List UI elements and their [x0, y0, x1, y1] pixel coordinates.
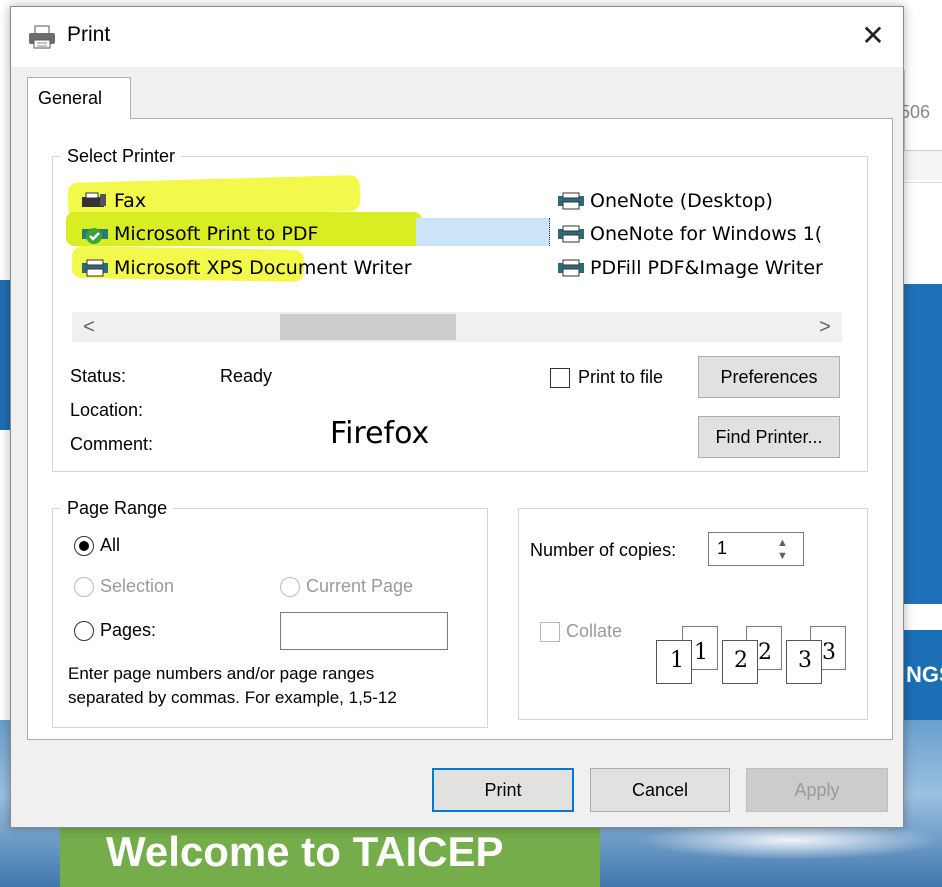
page-number: 1: [694, 640, 708, 665]
number-of-copies-label: Number of copies:: [530, 540, 677, 560]
title-bar: Print ✕: [11, 7, 903, 67]
all-radio[interactable]: [74, 536, 94, 556]
print-button[interactable]: Print: [432, 768, 574, 812]
printer-item-microsoft-print-to-pdf[interactable]: Microsoft Print to PDF: [80, 223, 318, 245]
printer-item-onenote-windows[interactable]: OneNote for Windows 1(: [556, 223, 842, 245]
pages-radio[interactable]: [74, 621, 94, 641]
background-bar: [904, 182, 942, 282]
printer-icon: [27, 25, 57, 49]
printer-label: Microsoft XPS Document Writer: [114, 257, 412, 279]
current-page-radio[interactable]: [280, 577, 300, 597]
dialog-title: Print: [67, 23, 111, 46]
apply-button[interactable]: Apply: [746, 768, 888, 812]
printer-icon: [80, 258, 110, 278]
close-icon: ✕: [861, 20, 885, 51]
background-band-text: NGS: [906, 662, 942, 687]
printer-label: OneNote (Desktop): [590, 190, 773, 212]
background-bar: [904, 150, 942, 180]
print-to-file-checkbox[interactable]: [550, 368, 570, 388]
printer-label: Microsoft Print to PDF: [114, 223, 319, 245]
printer-label: OneNote for Windows 1(: [590, 223, 823, 245]
printer-icon: [556, 191, 586, 211]
annotation-text: Firefox: [330, 416, 430, 451]
page-range-help-line2: separated by commas. For example, 1,5-12: [68, 688, 397, 707]
print-to-file-label: Print to file: [578, 367, 664, 387]
page-number: 3: [798, 648, 812, 673]
pages-label: Pages:: [100, 620, 157, 640]
spin-up-icon[interactable]: ▲: [777, 537, 788, 549]
spin-down-icon[interactable]: ▼: [777, 550, 788, 562]
pages-input[interactable]: [280, 612, 448, 650]
fax-icon: [80, 191, 110, 211]
page-number: 3: [822, 640, 836, 665]
background-blue-panel: [904, 284, 942, 604]
printer-item-onenote-desktop[interactable]: OneNote (Desktop): [556, 190, 773, 212]
status-label: Status:: [70, 366, 127, 386]
printer-list-scrollbar[interactable]: < >: [72, 312, 842, 342]
all-label: All: [100, 535, 121, 555]
printer-item-microsoft-xps[interactable]: Microsoft XPS Document Writer: [80, 257, 412, 279]
tab-general[interactable]: General: [27, 77, 131, 119]
select-printer-legend: Select Printer: [67, 146, 176, 166]
printer-item-pdfill[interactable]: PDFill PDF&Image Writer: [556, 257, 842, 279]
page-number: 1: [670, 648, 684, 673]
scroll-left-button[interactable]: <: [74, 312, 104, 342]
current-page-label: Current Page: [306, 576, 414, 596]
collate-label: Collate: [566, 621, 623, 641]
printer-item-fax[interactable]: Fax: [80, 190, 146, 212]
preferences-button[interactable]: Preferences: [698, 356, 840, 398]
selection-radio[interactable]: [74, 577, 94, 597]
cancel-button[interactable]: Cancel: [590, 768, 730, 812]
find-printer-button[interactable]: Find Printer...: [698, 416, 840, 458]
status-value: Ready: [220, 366, 273, 386]
default-printer-icon: [80, 224, 110, 244]
welcome-banner: Welcome to TAICEP: [60, 822, 600, 887]
close-button[interactable]: ✕: [843, 7, 903, 67]
page-range-legend: Page Range: [67, 498, 168, 518]
copies-spinner[interactable]: ▲ ▼: [762, 532, 804, 566]
scroll-right-button[interactable]: >: [810, 312, 840, 342]
copies-input[interactable]: 1: [708, 532, 764, 566]
printer-icon: [556, 258, 586, 278]
printer-label: Fax: [114, 190, 147, 212]
page-range-help-line1: Enter page numbers and/or page ranges: [68, 664, 375, 683]
printer-icon: [556, 224, 586, 244]
background-text: 506: [900, 102, 931, 122]
collate-checkbox[interactable]: [540, 622, 560, 642]
selection-highlight: [416, 218, 550, 246]
page-number: 2: [734, 648, 748, 673]
selection-label: Selection: [100, 576, 175, 596]
printer-label: PDFill PDF&Image Writer: [590, 257, 823, 279]
location-label: Location:: [70, 400, 144, 420]
scrollbar-thumb[interactable]: [280, 314, 456, 340]
comment-label: Comment:: [70, 434, 154, 454]
page-number: 2: [758, 640, 772, 665]
